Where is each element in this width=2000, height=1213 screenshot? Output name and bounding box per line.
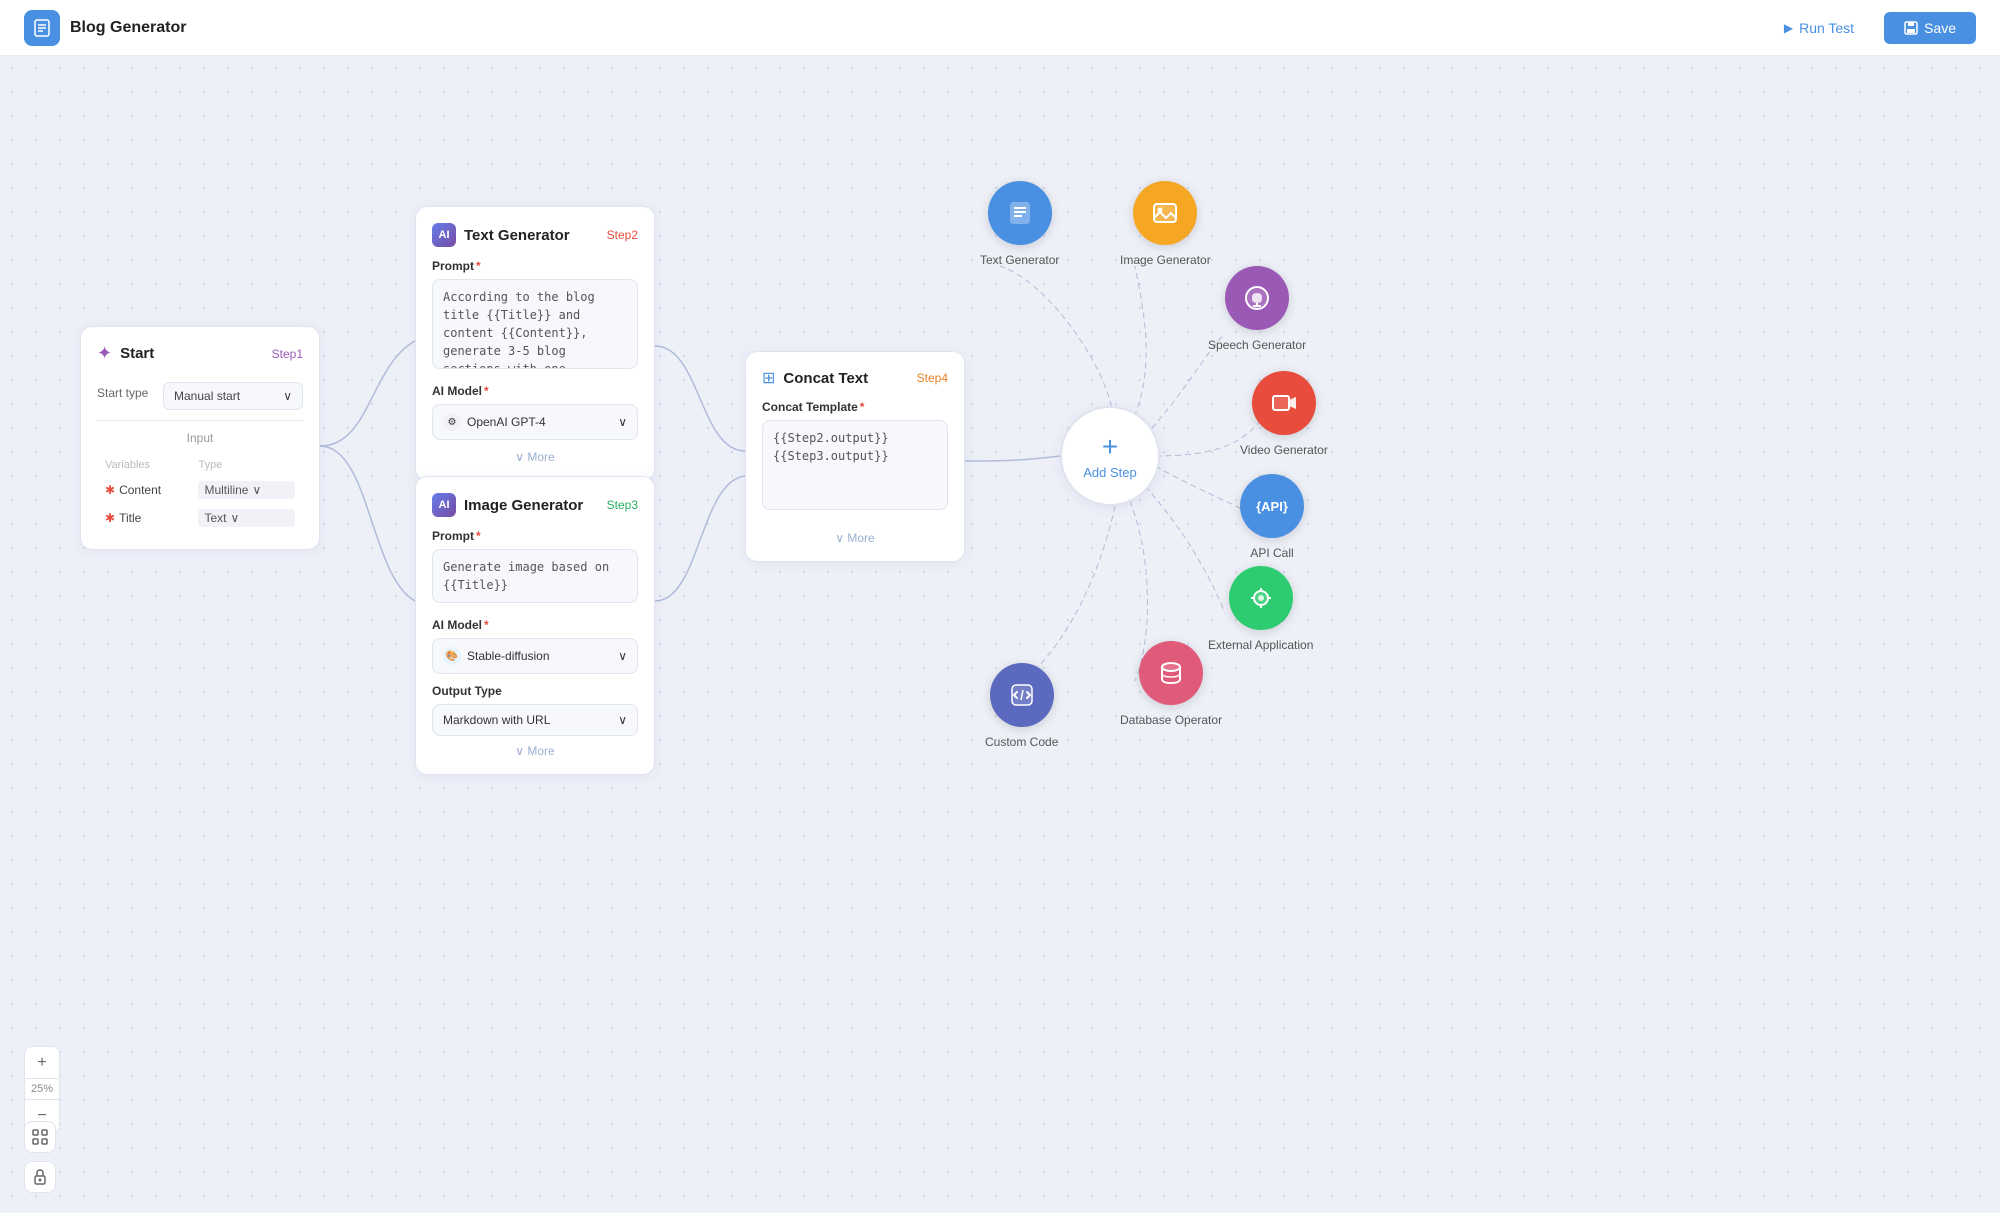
prompt-label-text: Prompt*	[432, 259, 638, 273]
start-title: Start	[120, 345, 154, 362]
text-gen-more[interactable]: ∨ More	[432, 450, 638, 464]
float-api-call-icon: {API}	[1240, 474, 1304, 538]
bottom-controls	[24, 1121, 56, 1193]
content-type-select[interactable]: Multiline ∨	[198, 481, 295, 499]
float-speech-gen-icon	[1225, 266, 1289, 330]
text-gen-title: Text Generator	[464, 227, 570, 244]
image-gen-step: Step3	[607, 498, 638, 512]
float-speech-gen-label: Speech Generator	[1208, 338, 1306, 352]
zoom-level: 25%	[25, 1079, 59, 1100]
col-type: Type	[192, 455, 301, 475]
float-text-gen-icon	[988, 181, 1052, 245]
node-start: ✦ Start Step1 Start type Manual start ∨ …	[80, 326, 320, 550]
header-right: Run Test Save	[1766, 12, 1976, 44]
input-table: Variables Type ✱Content Multiline ∨ ✱Tit…	[97, 453, 303, 533]
float-custom-code-icon	[990, 663, 1054, 727]
text-gen-prompt-input[interactable]: According to the blog title {{Title}} an…	[432, 279, 638, 369]
float-ext-app-icon	[1229, 566, 1293, 630]
table-row: ✱Content Multiline ∨	[99, 477, 301, 503]
start-step: Step1	[272, 347, 303, 361]
app-logo	[24, 10, 60, 46]
float-api-call[interactable]: {API} API Call	[1240, 474, 1304, 560]
node-image-generator: AI Image Generator Step3 Prompt* Generat…	[415, 476, 655, 775]
float-text-gen-label: Text Generator	[980, 253, 1059, 267]
run-test-button[interactable]: Run Test	[1766, 12, 1872, 44]
fit-screen-button[interactable]	[24, 1121, 56, 1153]
prompt-label-image: Prompt*	[432, 529, 638, 543]
header-left: Blog Generator	[24, 10, 186, 46]
concat-template-label: Concat Template*	[762, 400, 948, 414]
lock-button[interactable]	[24, 1161, 56, 1193]
output-type-label: Output Type	[432, 684, 638, 698]
header: Blog Generator Run Test Save	[0, 0, 2000, 56]
output-type-select[interactable]: Markdown with URL ∨	[432, 704, 638, 736]
node-concat: ⊞ Concat Text Step4 Concat Template* {{S…	[745, 351, 965, 562]
text-gen-model-select[interactable]: ⚙ OpenAI GPT-4 ∨	[432, 404, 638, 440]
table-row: ✱Title Text ∨	[99, 505, 301, 531]
float-image-gen-label: Image Generator	[1120, 253, 1211, 267]
text-gen-icon: AI	[432, 223, 456, 247]
ai-model-label-image: AI Model*	[432, 618, 638, 632]
zoom-in-button[interactable]: +	[26, 1047, 58, 1079]
float-api-call-label: API Call	[1250, 546, 1293, 560]
canvas: ✦ Start Step1 Start type Manual start ∨ …	[0, 56, 2000, 1213]
concat-template-input[interactable]: {{Step2.output}} {{Step3.output}}	[762, 420, 948, 510]
float-video-generator[interactable]: Video Generator	[1240, 371, 1328, 457]
start-type-select[interactable]: Manual start ∨	[163, 382, 303, 410]
image-gen-prompt-input[interactable]: Generate image based on {{Title}}	[432, 549, 638, 603]
col-variables: Variables	[99, 455, 190, 475]
concat-step: Step4	[917, 371, 948, 385]
concat-more[interactable]: ∨ More	[762, 531, 948, 545]
zoom-controls: + 25% −	[24, 1046, 60, 1133]
ai-model-label-text: AI Model*	[432, 384, 638, 398]
image-gen-model-select[interactable]: 🎨 Stable-diffusion ∨	[432, 638, 638, 674]
start-icon: ✦	[97, 343, 112, 364]
concat-title: Concat Text	[783, 370, 868, 387]
concat-icon: ⊞	[762, 368, 775, 388]
input-section-title: Input	[97, 431, 303, 445]
float-image-generator[interactable]: Image Generator	[1120, 181, 1211, 267]
float-database-operator[interactable]: Database Operator	[1120, 641, 1222, 727]
image-gen-title: Image Generator	[464, 497, 583, 514]
image-gen-icon: AI	[432, 493, 456, 517]
app-title: Blog Generator	[70, 19, 186, 37]
float-image-gen-icon	[1133, 181, 1197, 245]
text-gen-step: Step2	[607, 228, 638, 242]
stable-diff-icon: 🎨	[443, 647, 461, 665]
float-db-op-icon	[1139, 641, 1203, 705]
float-ext-app-label: External Application	[1208, 638, 1313, 652]
title-type-select[interactable]: Text ∨	[198, 509, 295, 527]
float-external-app[interactable]: External Application	[1208, 566, 1313, 652]
float-custom-code-label: Custom Code	[985, 735, 1058, 749]
openai-icon: ⚙	[443, 413, 461, 431]
float-custom-code[interactable]: Custom Code	[985, 663, 1058, 749]
add-step-plus-icon: +	[1102, 433, 1118, 461]
save-button[interactable]: Save	[1884, 12, 1976, 44]
start-type-label: Start type	[97, 386, 148, 400]
float-video-gen-label: Video Generator	[1240, 443, 1328, 457]
node-text-generator: AI Text Generator Step2 Prompt* Accordin…	[415, 206, 655, 481]
float-speech-generator[interactable]: Speech Generator	[1208, 266, 1306, 352]
float-video-gen-icon	[1252, 371, 1316, 435]
add-step-label: Add Step	[1083, 465, 1137, 480]
add-step-hub[interactable]: + Add Step	[1060, 406, 1160, 506]
float-db-op-label: Database Operator	[1120, 713, 1222, 727]
image-gen-more[interactable]: ∨ More	[432, 744, 638, 758]
float-text-generator[interactable]: Text Generator	[980, 181, 1059, 267]
